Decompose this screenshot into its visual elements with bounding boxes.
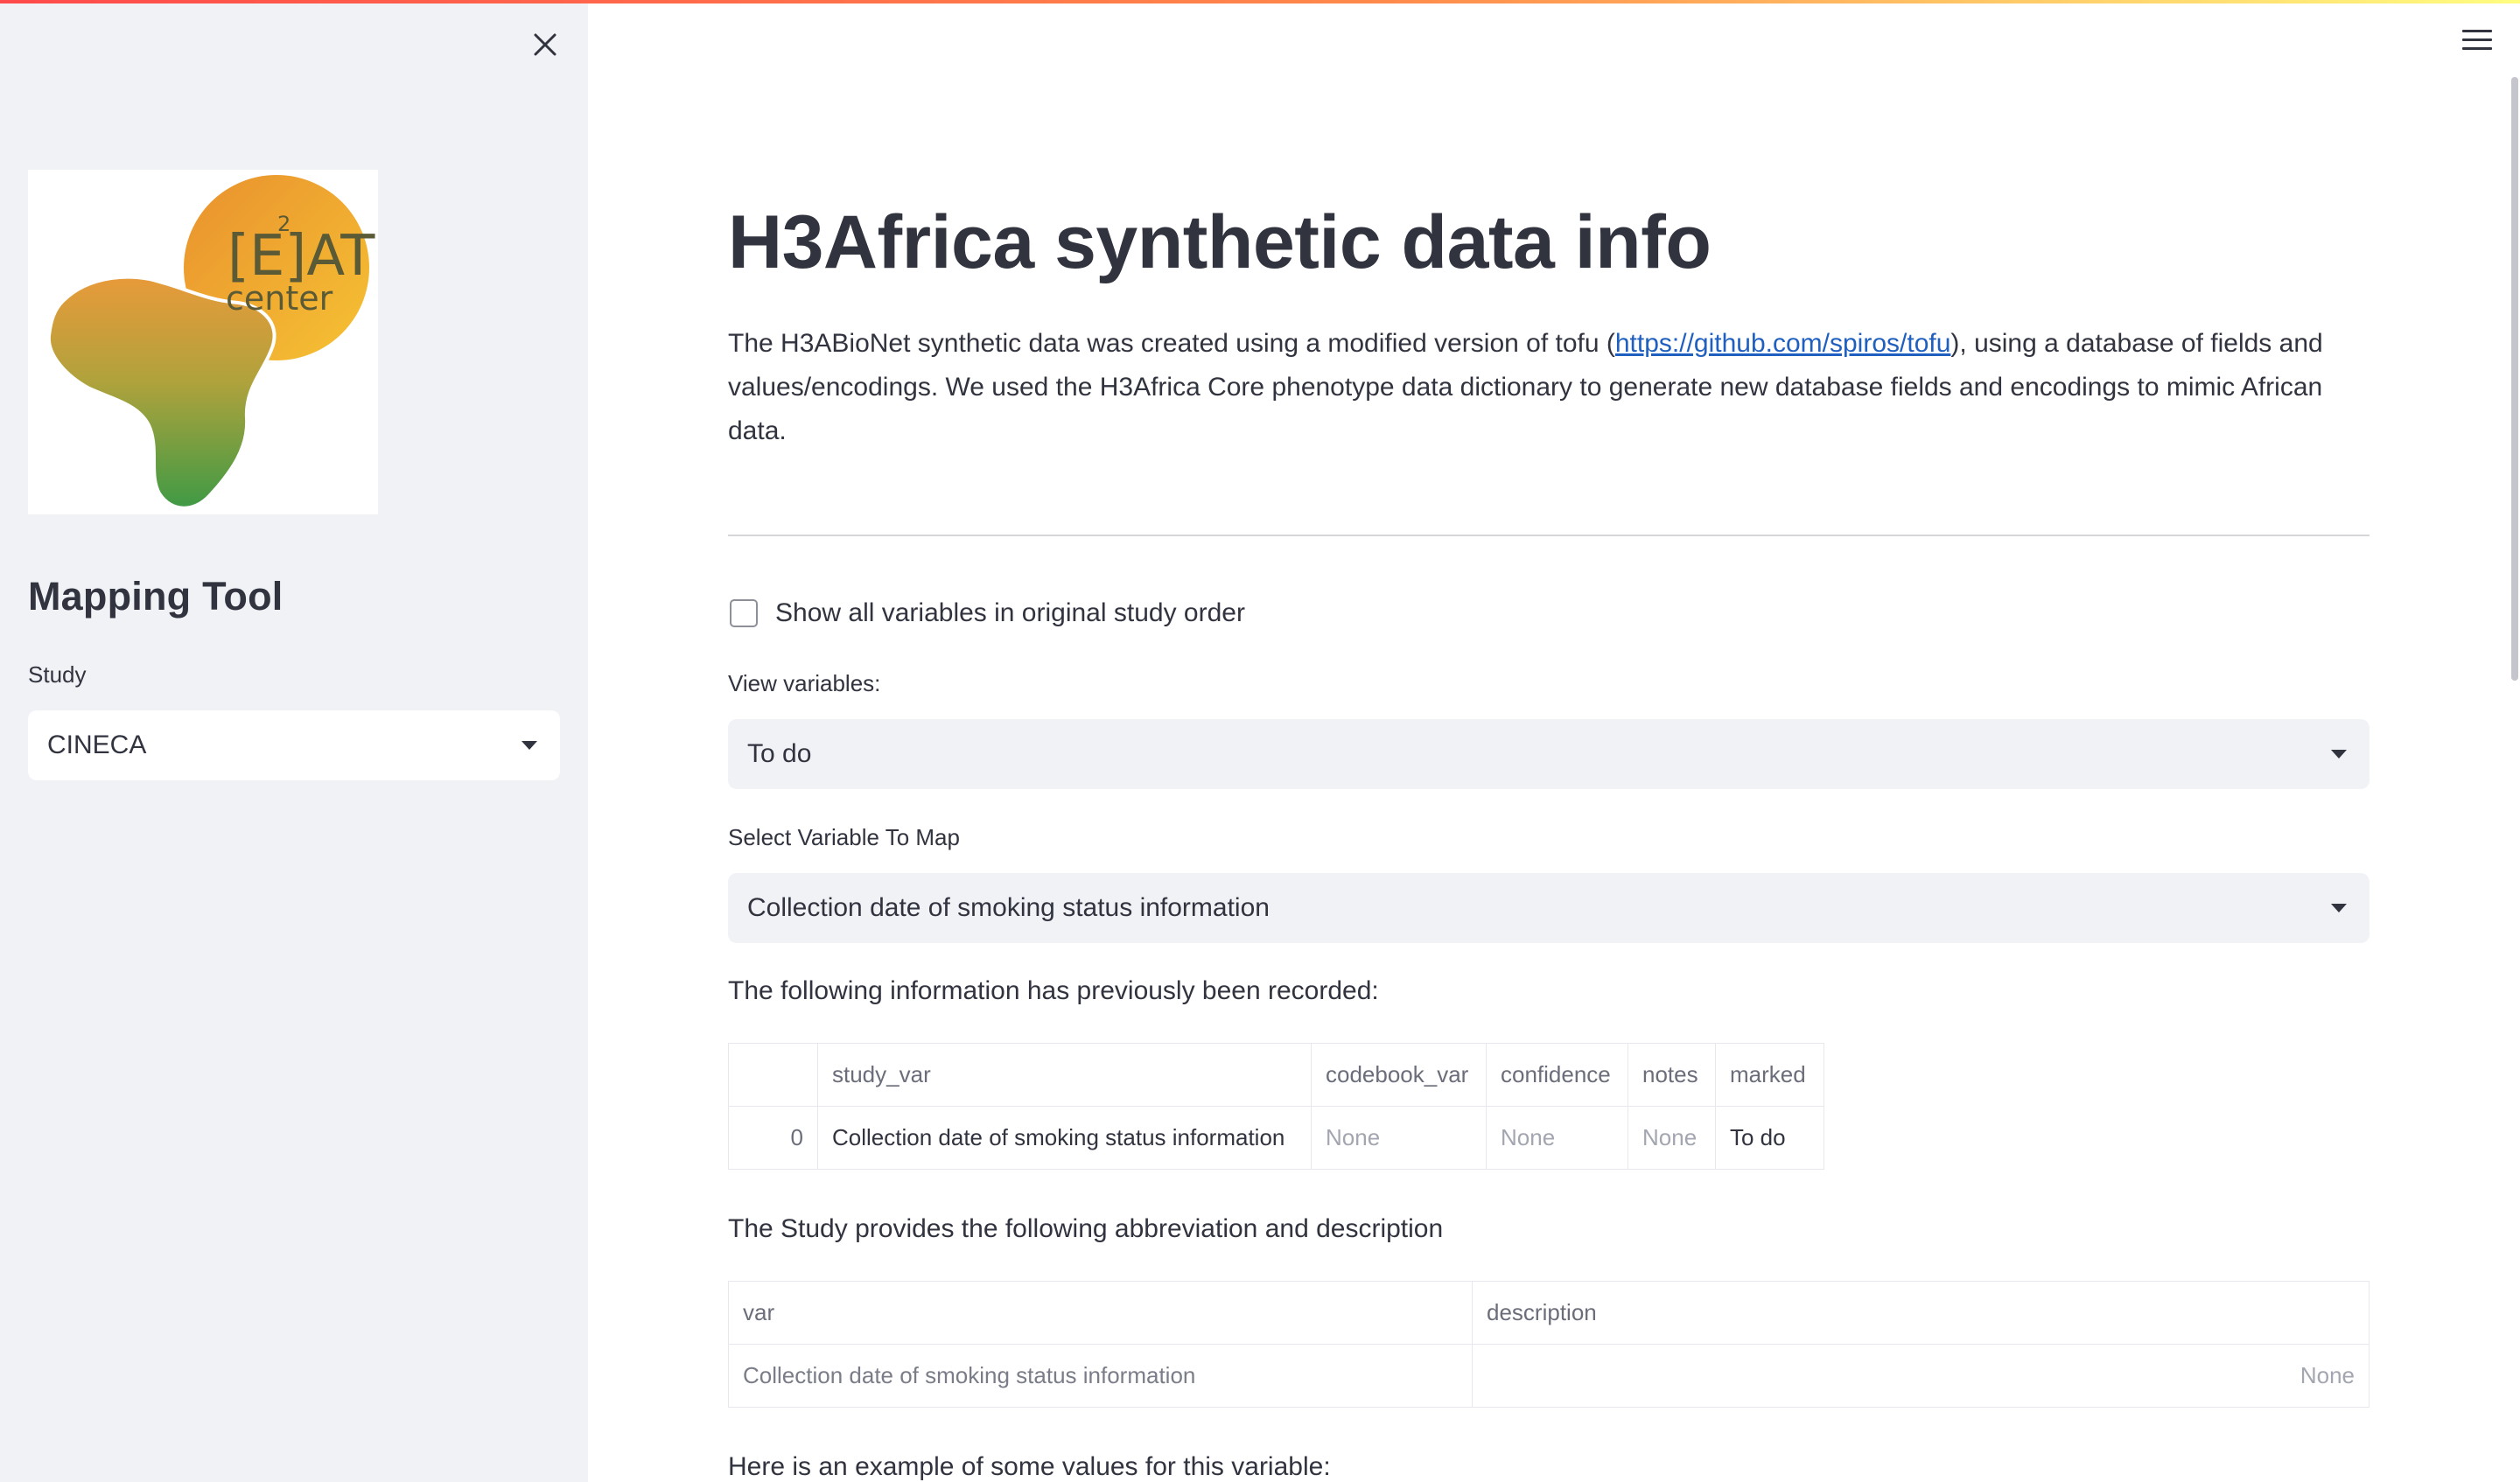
svg-text:2: 2: [277, 212, 290, 236]
table-row: 0 Collection date of smoking status info…: [728, 1106, 1824, 1170]
chevron-down-icon: [2331, 750, 2347, 758]
column-header[interactable]: [728, 1043, 818, 1107]
table-cell[interactable]: None: [1486, 1106, 1628, 1170]
study-select-value: CINECA: [47, 731, 147, 759]
table-header-row: study_var codebook_var confidence notes …: [728, 1043, 1824, 1107]
chevron-down-icon: [522, 741, 537, 750]
close-sidebar-button[interactable]: [525, 24, 565, 65]
sidebar: [E]AT 2 center Mapping Tool Study CINECA: [0, 0, 588, 1482]
column-header[interactable]: study_var: [817, 1043, 1312, 1107]
view-variables-select[interactable]: To do: [728, 719, 2370, 789]
study-select[interactable]: CINECA: [28, 710, 560, 780]
logo: [E]AT 2 center: [28, 170, 378, 514]
table-cell[interactable]: None: [1311, 1106, 1487, 1170]
checkbox-label: Show all variables in original study ord…: [775, 598, 1245, 627]
column-header[interactable]: confidence: [1486, 1043, 1628, 1107]
view-variables-label: View variables:: [728, 670, 881, 696]
table-header-row: var description: [728, 1281, 2370, 1345]
tofu-link[interactable]: https://github.com/spiros/tofu: [1615, 329, 1951, 358]
column-header[interactable]: marked: [1715, 1043, 1824, 1107]
description-heading: The Study provides the following abbrevi…: [728, 1214, 1444, 1243]
column-header[interactable]: var: [728, 1281, 1473, 1345]
select-variable-value: Collection date of smoking status inform…: [747, 893, 1270, 922]
page-title: H3Africa synthetic data info: [728, 200, 1712, 284]
table-cell[interactable]: To do: [1715, 1106, 1824, 1170]
table-cell[interactable]: Collection date of smoking status inform…: [817, 1106, 1312, 1170]
recorded-table: study_var codebook_var confidence notes …: [728, 1043, 1824, 1170]
table-cell[interactable]: None: [1472, 1344, 2370, 1408]
close-icon: [534, 33, 556, 56]
view-variables-value: To do: [747, 739, 812, 768]
column-header[interactable]: codebook_var: [1311, 1043, 1487, 1107]
select-variable-select[interactable]: Collection date of smoking status inform…: [728, 873, 2370, 943]
main-menu-button[interactable]: [2462, 30, 2492, 54]
table-row: Collection date of smoking status inform…: [728, 1344, 2370, 1408]
show-all-variables-checkbox[interactable]: Show all variables in original study ord…: [730, 598, 1245, 628]
table-cell[interactable]: 0: [728, 1106, 818, 1170]
svg-text:center: center: [226, 279, 333, 318]
description-table: var description Collection date of smoki…: [728, 1281, 2370, 1408]
column-header[interactable]: notes: [1628, 1043, 1716, 1107]
intro-paragraph: The H3ABioNet synthetic data was created…: [728, 329, 2323, 445]
divider: [728, 535, 2370, 536]
chevron-down-icon: [2331, 904, 2347, 912]
recorded-heading: The following information has previously…: [728, 976, 1379, 1005]
table-cell[interactable]: None: [1628, 1106, 1716, 1170]
table-cell[interactable]: Collection date of smoking status inform…: [728, 1344, 1473, 1408]
column-header[interactable]: description: [1472, 1281, 2370, 1345]
checkbox-box[interactable]: [730, 599, 758, 627]
scrollbar[interactable]: [2511, 77, 2518, 681]
hamburger-icon: [2462, 30, 2492, 32]
study-label: Study: [28, 661, 87, 688]
example-heading: Here is an example of some values for th…: [728, 1452, 1331, 1481]
sidebar-title: Mapping Tool: [28, 574, 284, 619]
header-decoration: [0, 0, 2520, 3]
select-variable-label: Select Variable To Map: [728, 824, 960, 850]
